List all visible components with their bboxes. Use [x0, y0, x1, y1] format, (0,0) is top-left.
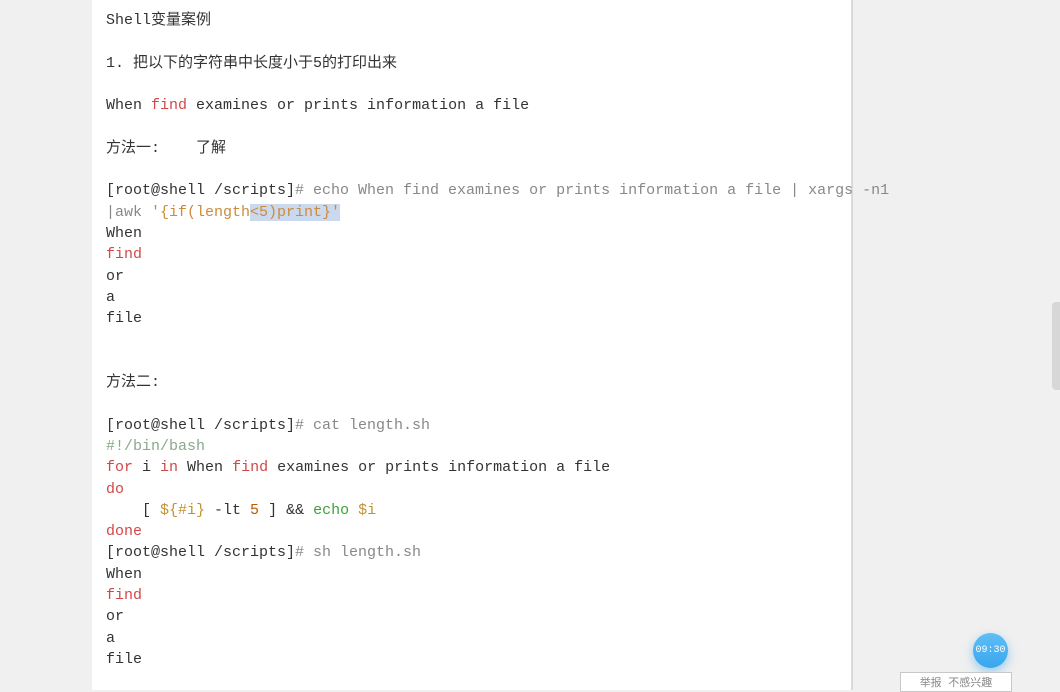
blank [106, 31, 837, 52]
scroll-indicator[interactable] [1052, 302, 1060, 390]
method1-label: 方法一: 了解 [106, 138, 837, 159]
blank [106, 159, 837, 180]
time-badge[interactable]: 09:30 [973, 633, 1008, 668]
out-find: find [106, 244, 837, 265]
method2-label: 方法二: [106, 372, 837, 393]
find-keyword: find [232, 459, 268, 476]
task-line: 1. 把以下的字符串中长度小于5的打印出来 [106, 53, 837, 74]
m1-cmd-line1: [root@shell /scripts]# echo When find ex… [106, 180, 837, 201]
m2-cat-line: [root@shell /scripts]# cat length.sh [106, 415, 837, 436]
blank [106, 351, 837, 372]
for-line: for i in When find examines or prints in… [106, 457, 837, 478]
do-keyword: do [106, 479, 837, 500]
done-keyword: done [106, 521, 837, 542]
in-keyword: in [160, 459, 178, 476]
m2-sh-line: [root@shell /scripts]# sh length.sh [106, 542, 837, 563]
out: or [106, 606, 837, 627]
vertical-divider [852, 0, 853, 690]
blank [106, 116, 837, 137]
out: a [106, 287, 837, 308]
footer-hint-tab[interactable]: 举报 不感兴趣 [900, 672, 1012, 692]
out-find: find [106, 585, 837, 606]
code-document: Shell变量案例 1. 把以下的字符串中长度小于5的打印出来 When fin… [92, 0, 852, 690]
out: When [106, 223, 837, 244]
blank [106, 329, 837, 350]
blank [106, 74, 837, 95]
selected-text: <5)print}' [250, 204, 340, 221]
out: a [106, 628, 837, 649]
m1-command-a: # echo When find examines or prints info… [295, 182, 898, 199]
var-length: ${#i} [160, 502, 205, 519]
m1-cmd-line2: |awk '{if(length<5)print}' [106, 202, 837, 223]
out: file [106, 649, 837, 670]
for-keyword: for [106, 459, 133, 476]
echo-keyword: echo [313, 502, 349, 519]
find-keyword: find [151, 97, 187, 114]
num-5: 5 [250, 502, 259, 519]
blank [106, 393, 837, 414]
out: When [106, 564, 837, 585]
out: file [106, 308, 837, 329]
sample-sentence: When find examines or prints information… [106, 95, 837, 116]
out: or [106, 266, 837, 287]
shebang: #!/bin/bash [106, 436, 837, 457]
title: Shell变量案例 [106, 10, 837, 31]
condition-line: [ ${#i} -lt 5 ] && echo $i [106, 500, 837, 521]
